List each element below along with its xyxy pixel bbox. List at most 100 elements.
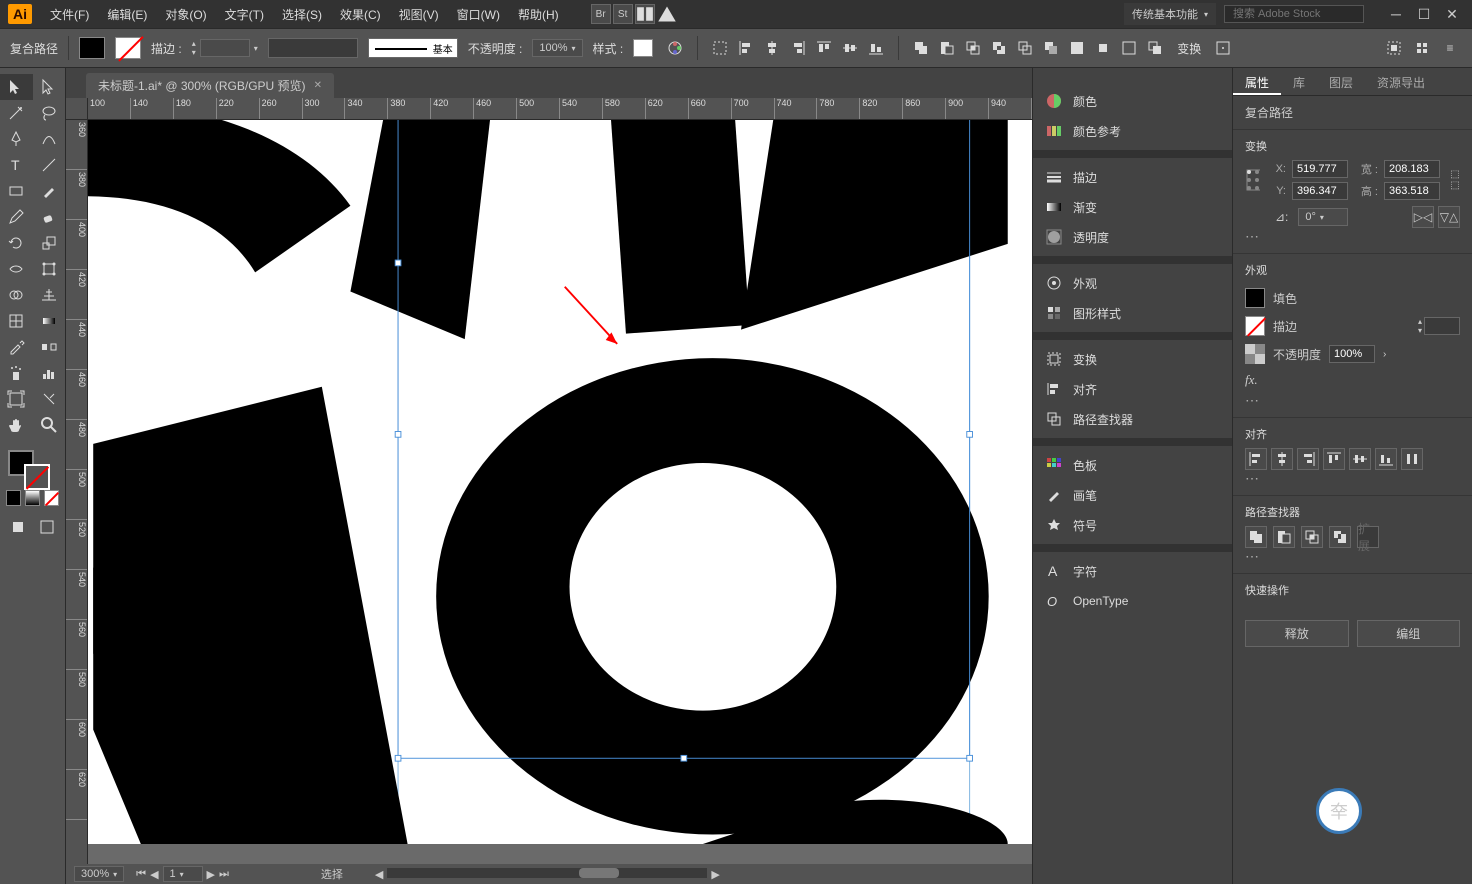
- direct-selection-tool[interactable]: [33, 74, 66, 100]
- align-more-icon[interactable]: ⋯: [1245, 470, 1460, 487]
- pf-unite-icon[interactable]: [909, 37, 933, 59]
- artboard-next-icon[interactable]: ▶: [207, 868, 215, 881]
- draw-mode-icon[interactable]: [6, 514, 31, 540]
- ruler-origin[interactable]: [66, 98, 88, 120]
- stroke-swatch[interactable]: [115, 37, 141, 59]
- panel-swatches[interactable]: 色板: [1033, 450, 1232, 480]
- prop-align-left-icon[interactable]: [1245, 448, 1267, 470]
- mesh-tool[interactable]: [0, 308, 33, 334]
- pf-exclude-icon[interactable]: [987, 37, 1011, 59]
- pen-tool[interactable]: [0, 126, 33, 152]
- panel-opentype[interactable]: OOpenType: [1033, 586, 1232, 616]
- perspective-grid-tool[interactable]: [33, 282, 66, 308]
- tab-asset-export[interactable]: 资源导出: [1365, 68, 1437, 95]
- menu-select[interactable]: 选择(S): [274, 4, 330, 25]
- ruler-horizontal[interactable]: 1001401802202603003403804204605005405806…: [88, 98, 1032, 120]
- panel-stroke[interactable]: 描边: [1033, 162, 1232, 192]
- transform-more-icon[interactable]: ⋯: [1245, 228, 1460, 245]
- gradient-tool[interactable]: [33, 308, 66, 334]
- magic-wand-tool[interactable]: [0, 100, 33, 126]
- artboard-tool[interactable]: [0, 386, 33, 412]
- hand-tool[interactable]: [0, 412, 33, 438]
- menu-file[interactable]: 文件(F): [42, 4, 97, 25]
- release-button[interactable]: 释放: [1245, 620, 1349, 647]
- artboard-prev-icon[interactable]: ◀: [150, 868, 158, 881]
- constrain-proportions-icon[interactable]: ⬚⬚: [1450, 166, 1460, 194]
- h-scrollbar-thumb[interactable]: [579, 868, 619, 878]
- fx-icon[interactable]: fx.: [1245, 372, 1258, 388]
- pf-trim-icon[interactable]: [1039, 37, 1063, 59]
- panel-color[interactable]: 颜色: [1033, 86, 1232, 116]
- align-bottom-icon[interactable]: [864, 37, 888, 59]
- pencil-tool[interactable]: [0, 204, 33, 230]
- color-mode-none[interactable]: [44, 490, 59, 506]
- prop-align-right-icon[interactable]: [1297, 448, 1319, 470]
- brush-definition[interactable]: 基本: [368, 38, 458, 58]
- edit-contents-icon[interactable]: [1410, 37, 1434, 59]
- scroll-left-icon[interactable]: ◀: [375, 868, 383, 881]
- screen-mode-icon[interactable]: [35, 514, 60, 540]
- panel-transform[interactable]: 变换: [1033, 344, 1232, 374]
- recolor-icon[interactable]: [663, 37, 687, 59]
- prop-fill-swatch[interactable]: [1245, 288, 1265, 308]
- pf-merge-icon[interactable]: [1065, 37, 1089, 59]
- pf-outline-icon[interactable]: [1117, 37, 1141, 59]
- menu-window[interactable]: 窗口(W): [449, 4, 508, 25]
- bridge-icon[interactable]: Br: [591, 4, 611, 24]
- tab-libraries[interactable]: 库: [1281, 68, 1317, 95]
- flip-h-icon[interactable]: ▷◁: [1412, 206, 1434, 228]
- panel-appearance[interactable]: 外观: [1033, 268, 1232, 298]
- prop-align-top-icon[interactable]: [1323, 448, 1345, 470]
- prop-stroke-swatch[interactable]: [1245, 316, 1265, 336]
- panel-symbols[interactable]: 符号: [1033, 510, 1232, 540]
- graphic-style-swatch[interactable]: [633, 39, 653, 57]
- flip-v-icon[interactable]: ▽△: [1438, 206, 1460, 228]
- rotate-tool[interactable]: [0, 230, 33, 256]
- stock-search-input[interactable]: [1224, 5, 1364, 23]
- color-mode-color[interactable]: [6, 490, 21, 506]
- pf-divide-icon[interactable]: [1013, 37, 1037, 59]
- minimize-button[interactable]: ─: [1384, 6, 1408, 22]
- line-tool[interactable]: [33, 152, 66, 178]
- prop-opacity-input[interactable]: [1329, 345, 1375, 363]
- column-graph-tool[interactable]: [33, 360, 66, 386]
- tab-close-icon[interactable]: ✕: [314, 80, 322, 91]
- pathfinder-more-icon[interactable]: ⋯: [1245, 548, 1460, 565]
- prop-align-bottom-icon[interactable]: [1375, 448, 1397, 470]
- transform-menu-icon[interactable]: [1211, 37, 1235, 59]
- gpu-icon[interactable]: [657, 4, 677, 24]
- eraser-tool[interactable]: [33, 204, 66, 230]
- panel-graphic-styles[interactable]: 图形样式: [1033, 298, 1232, 328]
- panel-align[interactable]: 对齐: [1033, 374, 1232, 404]
- close-button[interactable]: ✕: [1440, 6, 1464, 22]
- prop-pf-intersect-icon[interactable]: [1301, 526, 1323, 548]
- variable-width-profile[interactable]: [268, 38, 358, 58]
- pf-crop-icon[interactable]: [1091, 37, 1115, 59]
- appearance-more-icon[interactable]: ⋯: [1245, 392, 1460, 409]
- prop-stroke-width-input[interactable]: [1424, 317, 1460, 335]
- prop-align-vcenter-icon[interactable]: [1349, 448, 1371, 470]
- color-mode-gradient[interactable]: [25, 490, 40, 506]
- isolate-icon[interactable]: [1382, 37, 1406, 59]
- menu-edit[interactable]: 编辑(E): [99, 4, 155, 25]
- menu-effect[interactable]: 效果(C): [332, 4, 389, 25]
- artboard-selector[interactable]: 1: [163, 866, 203, 882]
- tab-properties[interactable]: 属性: [1233, 68, 1281, 95]
- menu-type[interactable]: 文字(T): [217, 4, 272, 25]
- artboard-last-icon[interactable]: ⏭: [219, 868, 229, 881]
- type-tool[interactable]: T: [0, 152, 33, 178]
- opacity-dropdown[interactable]: 100%: [532, 39, 582, 57]
- y-input[interactable]: [1292, 182, 1348, 200]
- panel-pathfinder[interactable]: 路径查找器: [1033, 404, 1232, 434]
- align-right-icon[interactable]: [786, 37, 810, 59]
- artboard-first-icon[interactable]: ⏮: [136, 868, 146, 881]
- arrange-docs-icon[interactable]: [635, 4, 655, 24]
- stock-icon[interactable]: St: [613, 4, 633, 24]
- rectangle-tool[interactable]: [0, 178, 33, 204]
- selection-tool[interactable]: [0, 74, 33, 100]
- scale-tool[interactable]: [33, 230, 66, 256]
- stroke-down-icon[interactable]: ▾: [192, 48, 196, 57]
- panel-color-guide[interactable]: 颜色参考: [1033, 116, 1232, 146]
- fill-swatch[interactable]: [79, 37, 105, 59]
- options-menu-icon[interactable]: ≡: [1438, 37, 1462, 59]
